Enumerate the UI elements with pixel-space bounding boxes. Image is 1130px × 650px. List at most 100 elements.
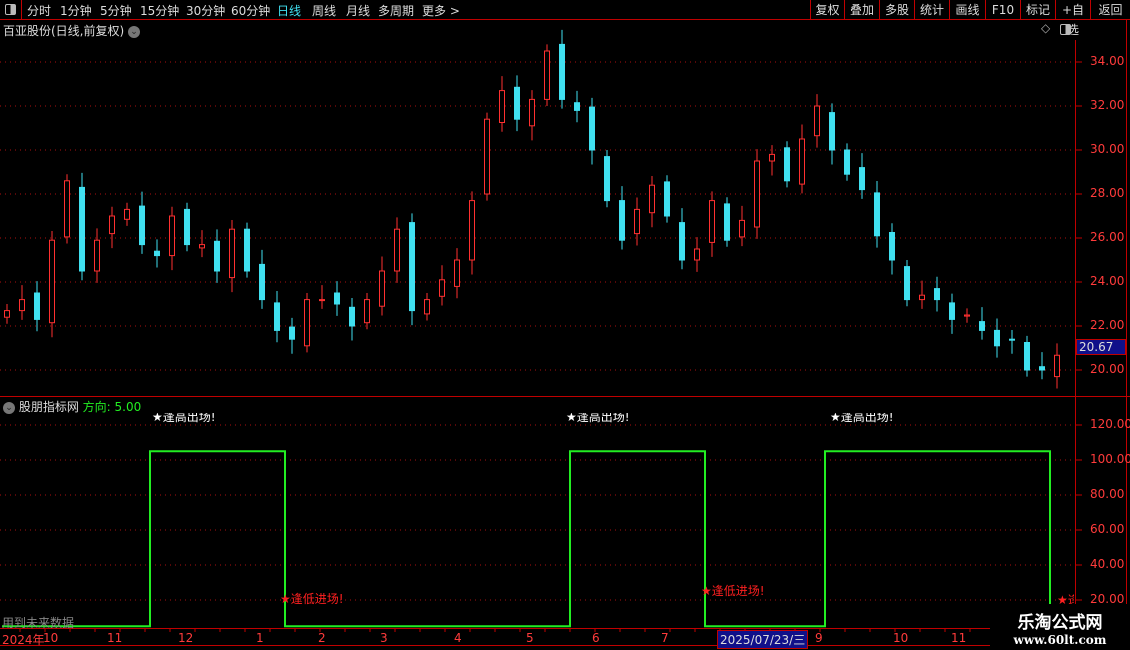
candle-up [169,215,175,257]
candle-up [49,239,55,324]
candle-up [439,279,445,297]
price-axis-label: 26.00 [1090,230,1125,244]
candle-down [574,102,580,111]
candle-up [304,299,310,347]
candle-down [979,321,985,331]
date-label: 1 [256,631,264,645]
candle-up [919,294,925,301]
date-label: 7 [661,631,669,645]
date-label: 9 [815,631,823,645]
date-label: 11 [951,631,967,645]
date-label: 10 [893,631,909,645]
date-label: 4 [454,631,462,645]
indicator-header: ⌄ 股朋指标网 方向: 5.00 [3,398,141,415]
date-label: 12 [178,631,194,645]
watermark: 乐淘公式网 www.60lt.com [990,604,1130,650]
last-price-badge: 20.67 [1076,339,1126,355]
candle-up [799,138,805,185]
candle-up [4,310,10,318]
candle-down [184,208,190,246]
date-label: 2 [318,631,326,645]
candle-down [784,147,790,182]
candle-up [709,200,715,243]
candle-up [529,98,535,127]
candle-up [19,299,25,312]
candle-down [1024,342,1030,371]
candle-up [319,299,325,302]
candle-up [109,215,115,235]
candle-down [139,205,145,246]
candle-up [229,228,235,279]
price-axis-label: 34.00 [1090,54,1125,68]
candle-up [1054,354,1060,378]
chart-canvas[interactable] [0,0,1130,650]
future-data-warning: 用到未来数据 [2,616,75,630]
candle-up [634,208,640,235]
candle-down [289,326,295,340]
watermark-url: www.60lt.com [1013,633,1107,647]
indicator-axis-label: 100.00 [1090,452,1130,466]
candle-up [364,299,370,324]
candle-up [424,299,430,315]
date-label: 11 [107,631,123,645]
candle-up [499,90,505,123]
price-axis-label: 28.00 [1090,186,1125,200]
candle-up [964,314,970,317]
candle-up [544,50,550,100]
candle-down [154,250,160,257]
candle-down [244,228,250,272]
candle-up [454,259,460,287]
candle-down [349,306,355,327]
date-label: 6 [592,631,600,645]
candle-up [649,184,655,214]
date-label: 2024年 [2,633,45,647]
candle-up [769,153,775,162]
date-label: 3 [380,631,388,645]
signal-buy-label: ★逢低进场! [280,592,344,606]
date-label: 10 [43,631,59,645]
indicator-axis-label: 40.00 [1090,557,1125,571]
candle-down [274,302,280,331]
candle-down [1039,366,1045,371]
candle-down [889,232,895,261]
candle-up [199,244,205,249]
candle-up [469,200,475,261]
cursor-date-badge: 2025/07/23/三 [717,630,809,649]
candle-up [694,248,700,261]
price-axis-label: 24.00 [1090,274,1125,288]
candle-down [334,292,340,305]
candle-up [739,219,745,238]
candle-down [409,222,415,312]
chevron-down-icon[interactable]: ⌄ [3,401,15,414]
candle-down [949,302,955,320]
candle-up [124,208,130,220]
date-label: 5 [526,631,534,645]
candle-down [559,43,565,100]
price-axis-label: 30.00 [1090,142,1125,156]
watermark-name: 乐淘公式网 [1017,613,1103,633]
candle-down [859,167,865,191]
candle-down [874,192,880,237]
candle-up [754,160,760,228]
candle-down [619,200,625,241]
indicator-axis-label: 120.00 [1090,417,1130,431]
candle-down [1009,338,1015,341]
candle-down [934,288,940,301]
candle-down [844,149,850,175]
price-axis-label: 22.00 [1090,318,1125,332]
price-axis-label: 32.00 [1090,98,1125,112]
indicator-axis-label: 60.00 [1090,522,1125,536]
candle-down [679,222,685,261]
direction-value: 方向: 5.00 [82,400,142,414]
candle-up [94,239,100,272]
candle-down [994,329,1000,347]
candle-down [34,292,40,320]
candle-down [904,266,910,301]
candle-up [484,118,490,195]
signal-buy-label: ★逢低进场! [701,584,765,598]
candle-down [514,86,520,120]
candle-up [394,228,400,272]
candle-down [214,240,220,272]
indicator-name: 股朋指标网 [18,400,79,414]
candle-up [64,180,70,238]
